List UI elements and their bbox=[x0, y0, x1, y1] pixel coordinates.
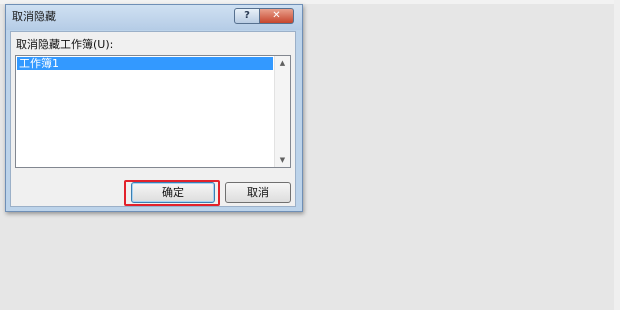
list-item-selected[interactable]: 工作簿1 bbox=[17, 57, 273, 70]
screen: 取消隐藏 ? ✕ 取消隐藏工作簿(U): 工作簿1 ▲ ▼ 确定 取消 bbox=[0, 0, 620, 310]
cancel-button[interactable]: 取消 bbox=[225, 182, 291, 203]
dialog-titlebar[interactable]: 取消隐藏 ? ✕ bbox=[6, 5, 302, 30]
scroll-up-arrow-icon[interactable]: ▲ bbox=[275, 56, 290, 70]
titlebar-buttons: ? ✕ bbox=[234, 8, 294, 24]
help-button[interactable]: ? bbox=[234, 8, 260, 24]
background-strip-right bbox=[614, 0, 620, 310]
scroll-down-arrow-icon[interactable]: ▼ bbox=[275, 153, 290, 167]
close-button[interactable]: ✕ bbox=[260, 8, 294, 24]
unhide-workbook-label: 取消隐藏工作簿(U): bbox=[16, 38, 114, 51]
ok-button-highlight-annotation bbox=[124, 180, 220, 206]
help-icon: ? bbox=[244, 10, 250, 21]
listbox-scrollbar[interactable]: ▲ ▼ bbox=[274, 56, 290, 167]
workbook-listbox[interactable]: 工作簿1 ▲ ▼ bbox=[15, 55, 291, 168]
unhide-dialog: 取消隐藏 ? ✕ 取消隐藏工作簿(U): 工作簿1 ▲ ▼ 确定 取消 bbox=[5, 4, 303, 212]
dialog-title: 取消隐藏 bbox=[12, 10, 56, 23]
close-icon: ✕ bbox=[272, 10, 281, 21]
